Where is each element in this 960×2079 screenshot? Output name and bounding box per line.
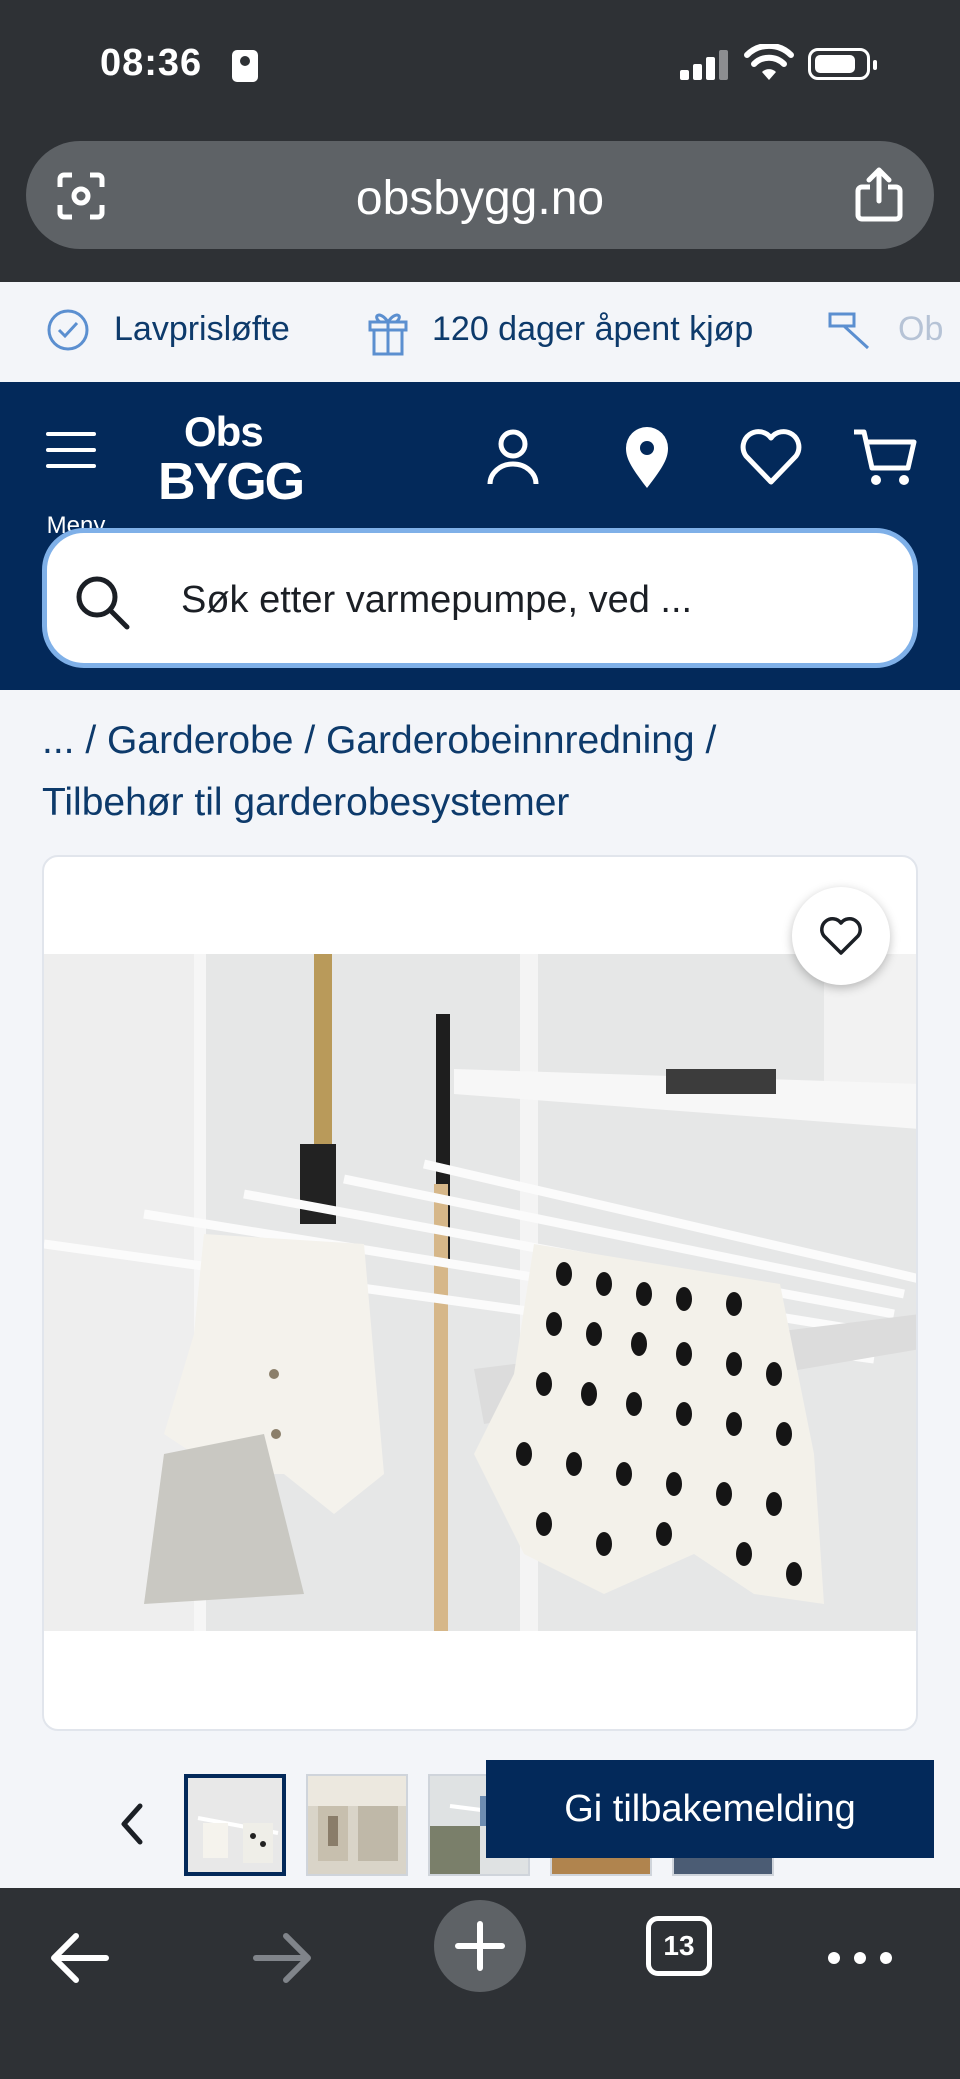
menu-button[interactable]: Meny bbox=[36, 422, 108, 539]
search-placeholder: Søk etter varmepumpe, ved ... bbox=[181, 579, 693, 621]
usp-bar: Lavprisløfte 120 dager åpent kjøp Ob bbox=[0, 282, 960, 382]
obs-bygg-logo[interactable]: Obs BYGG bbox=[158, 408, 305, 518]
wifi-icon bbox=[744, 44, 794, 80]
breadcrumb-current[interactable]: Tilbehør til garderobesystemer bbox=[42, 781, 569, 824]
tab-switcher-button[interactable]: 13 bbox=[646, 1916, 712, 1976]
url-text[interactable]: obsbygg.no bbox=[26, 171, 934, 226]
breadcrumb-ellipsis[interactable]: ... bbox=[42, 719, 75, 762]
gift-icon bbox=[368, 313, 408, 356]
heart-icon bbox=[820, 917, 862, 955]
thumbnail-2[interactable] bbox=[306, 1774, 408, 1876]
battery-icon bbox=[808, 48, 877, 80]
breadcrumb-separator: / bbox=[304, 719, 316, 762]
product-image-card bbox=[42, 855, 918, 1731]
user-icon[interactable] bbox=[480, 424, 546, 490]
contact-badge-icon bbox=[232, 50, 258, 82]
back-arrow-icon[interactable] bbox=[42, 1918, 122, 1998]
share-icon[interactable] bbox=[854, 167, 904, 223]
site-header: Meny Obs BYGG Søk etter varmepumpe, ved … bbox=[0, 382, 960, 690]
search-icon bbox=[76, 576, 130, 630]
check-badge-icon bbox=[47, 309, 89, 351]
feedback-button[interactable]: Gi tilbakemelding bbox=[486, 1760, 934, 1858]
breadcrumb-garderobe[interactable]: Garderobe bbox=[107, 719, 293, 762]
browser-toolbar: 13 bbox=[0, 1888, 960, 2079]
usp-partial[interactable]: Ob bbox=[898, 310, 943, 349]
thumbnail-1[interactable] bbox=[184, 1774, 286, 1876]
cellular-signal-icon bbox=[680, 48, 730, 80]
breadcrumb: ... / Garderobe / Garderobeinnredning / … bbox=[42, 710, 922, 834]
address-bar[interactable]: obsbygg.no bbox=[26, 141, 934, 249]
drying-rack-illustration bbox=[44, 954, 916, 1631]
browser-chrome-top: 08:36 obsbygg.no bbox=[0, 0, 960, 282]
breadcrumb-separator: / bbox=[85, 719, 97, 762]
new-tab-button[interactable] bbox=[434, 1900, 526, 1992]
logo-bottom: BYGG bbox=[158, 453, 305, 511]
cart-icon[interactable] bbox=[852, 424, 918, 490]
hammer-icon bbox=[828, 312, 870, 350]
search-field[interactable]: Søk etter varmepumpe, ved ... bbox=[42, 528, 918, 668]
usp-open-purchase[interactable]: 120 dager åpent kjøp bbox=[432, 310, 753, 349]
add-to-favorites-button[interactable] bbox=[792, 887, 890, 985]
chevron-left-icon[interactable] bbox=[112, 1800, 152, 1848]
plus-icon bbox=[455, 1921, 505, 1971]
breadcrumb-separator: / bbox=[705, 719, 717, 762]
status-bar: 08:36 bbox=[0, 0, 960, 130]
more-options-icon[interactable] bbox=[820, 1918, 900, 1998]
product-photo[interactable] bbox=[44, 954, 916, 1631]
logo-top: Obs bbox=[184, 408, 264, 455]
usp-lavprisloefte[interactable]: Lavprisløfte bbox=[114, 310, 290, 349]
store-location-icon[interactable] bbox=[614, 424, 680, 490]
breadcrumb-garderobeinnredning[interactable]: Garderobeinnredning bbox=[326, 719, 695, 762]
forward-arrow-icon[interactable] bbox=[240, 1918, 320, 1998]
heart-icon[interactable] bbox=[738, 424, 804, 490]
status-time: 08:36 bbox=[100, 42, 203, 84]
